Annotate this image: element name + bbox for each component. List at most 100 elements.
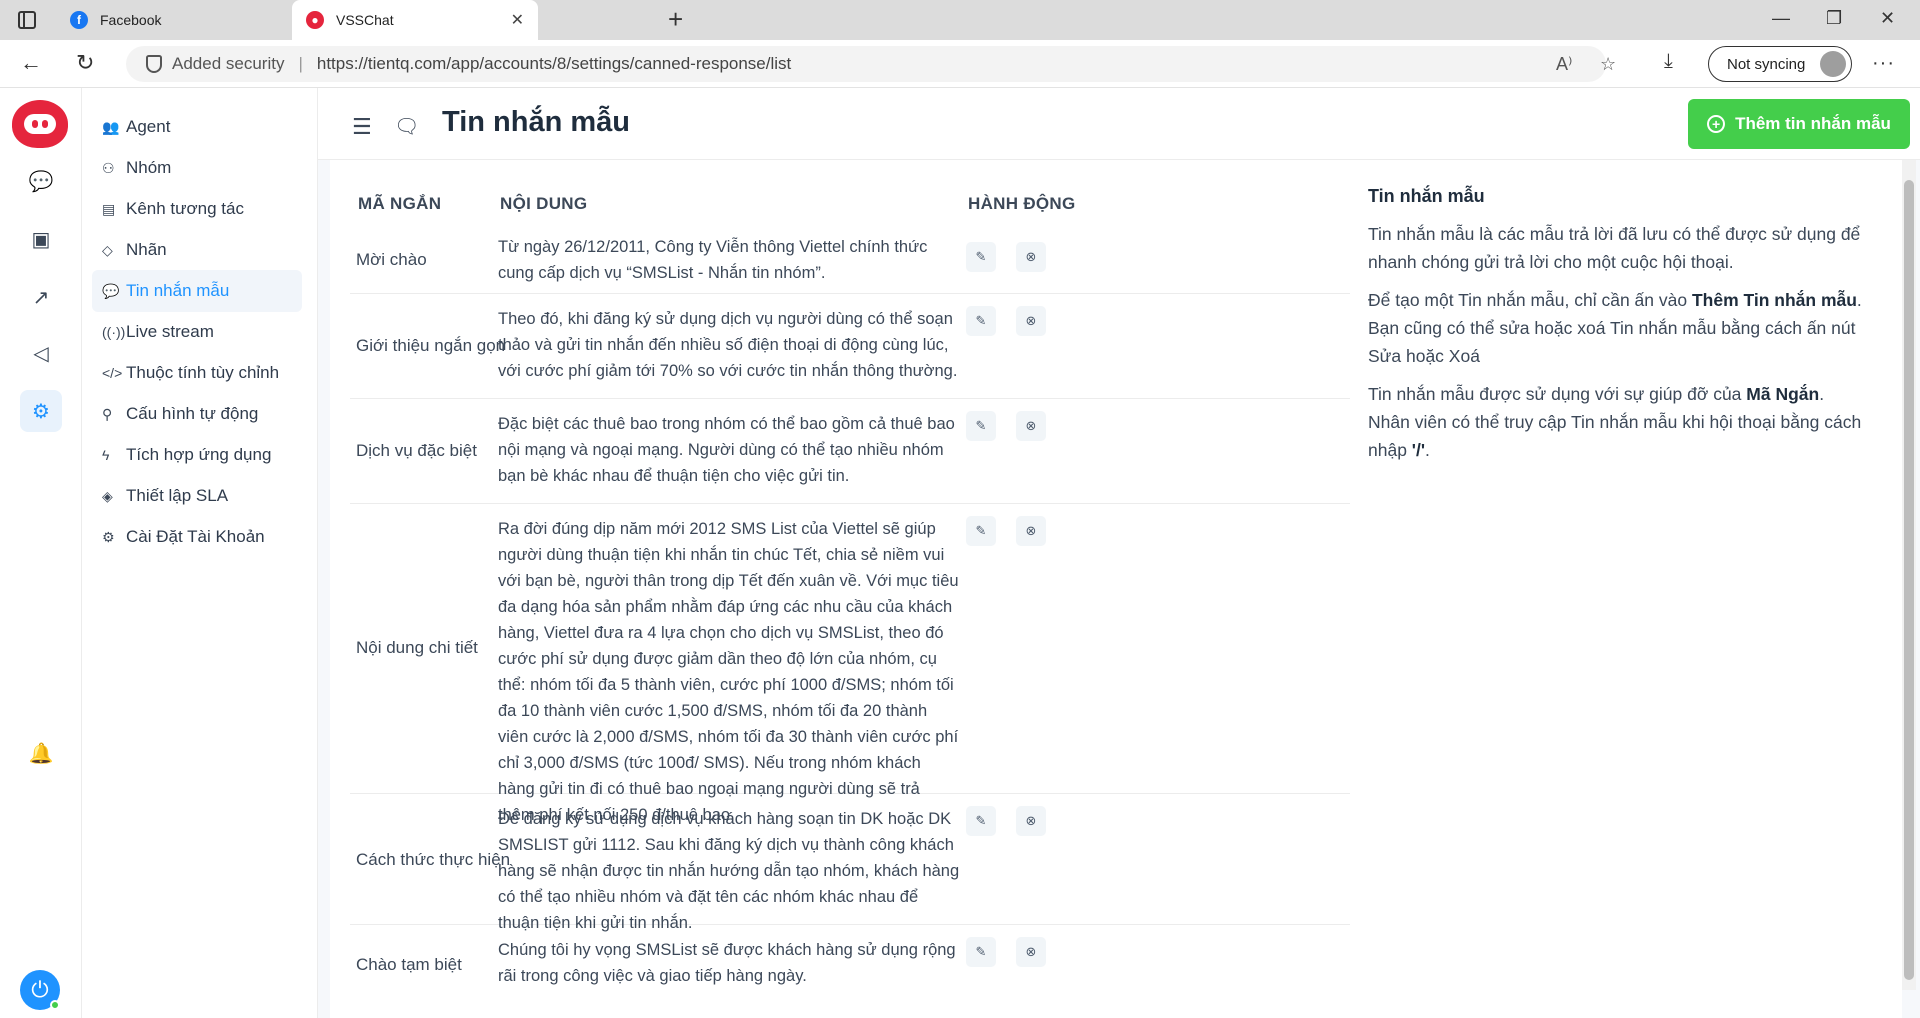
- browser-tab-bar: f Facebook ✕ ● VSSChat ✕ + — ❐ ✕: [0, 0, 1920, 40]
- inbox-icon: ▤: [102, 200, 116, 217]
- sidebar-item-label: Live stream: [126, 322, 214, 341]
- page-title: Tin nhắn mẫu: [442, 106, 630, 138]
- column-header-code: MÃ NGẮN: [358, 194, 442, 213]
- sidebar-item-live-stream[interactable]: ((·)) Live stream: [92, 311, 302, 353]
- row-content: Từ ngày 26/12/2011, Công ty Viễn thông V…: [498, 238, 928, 282]
- close-window-button[interactable]: ✕: [1880, 8, 1895, 29]
- sidebar-item-canned-responses[interactable]: 💬 Tin nhắn mẫu: [92, 270, 302, 312]
- close-circle-icon: ⊗: [1025, 313, 1037, 328]
- chat-bubbles-icon: 🗨: [394, 116, 420, 138]
- sidebar-item-agent[interactable]: 👥 Agent: [92, 106, 302, 148]
- tab-title: VSSChat: [336, 12, 394, 28]
- table-row: Dịch vụ đặc biệt Đặc biệt các thuê bao t…: [350, 399, 1350, 504]
- sidebar-item-label: Nhóm: [126, 158, 172, 177]
- pencil-icon: ✎: [975, 313, 987, 328]
- app-logo[interactable]: [12, 100, 68, 148]
- row-code: Giới thiệu ngắn gọn: [356, 336, 506, 355]
- agents-icon: 👥: [102, 118, 120, 135]
- profile-button[interactable]: Not syncing: [1708, 46, 1852, 82]
- sidebar-item-custom-attributes[interactable]: </> Thuộc tính tùy chỉnh: [92, 352, 302, 394]
- row-code: Mời chào: [356, 250, 427, 269]
- sidebar-item-sla[interactable]: ◈ Thiết lập SLA: [92, 475, 302, 517]
- favorites-icon[interactable]: ☆: [1600, 54, 1616, 75]
- close-circle-icon: ⊗: [1025, 944, 1037, 959]
- row-content: Đặc biệt các thuê bao trong nhóm có thể …: [498, 415, 955, 485]
- column-header-actions: HÀNH ĐỘNG: [968, 194, 1076, 213]
- back-button[interactable]: ←: [20, 50, 42, 76]
- sidebar-item-teams[interactable]: ⚇ Nhóm: [92, 147, 302, 189]
- refresh-button[interactable]: ↻: [76, 50, 94, 76]
- sidebar-item-automation[interactable]: ⚲ Cấu hình tự động: [92, 393, 302, 435]
- restore-button[interactable]: ❐: [1826, 8, 1842, 29]
- delete-button[interactable]: ⊗: [1016, 411, 1046, 441]
- url-text: https://tientq.com/app/accounts/8/settin…: [316, 54, 792, 73]
- avatar: [1820, 51, 1846, 77]
- tab-title: Facebook: [100, 12, 162, 28]
- help-paragraph: Tin nhắn mẫu được sử dụng với sự giúp đỡ…: [1368, 380, 1868, 464]
- pencil-icon: ✎: [975, 813, 987, 828]
- edit-button[interactable]: ✎: [966, 242, 996, 272]
- help-panel: Tin nhắn mẫu Tin nhắn mẫu là các mẫu trả…: [1368, 182, 1868, 474]
- online-status-dot: [50, 1000, 60, 1010]
- help-bold-text: '/': [1411, 440, 1425, 460]
- edit-button[interactable]: ✎: [966, 806, 996, 836]
- sidebar-item-account-settings[interactable]: ⚙ Cài Đặt Tài Khoản: [92, 516, 302, 558]
- tag-icon: ◇: [102, 241, 113, 258]
- sidebar-item-label: Cài Đặt Tài Khoản: [126, 527, 265, 546]
- sidebar-item-labels[interactable]: ◇ Nhãn: [92, 229, 302, 271]
- contacts-icon[interactable]: ▣: [20, 218, 62, 260]
- security-label: Added security: [172, 54, 285, 73]
- sync-label: Not syncing: [1727, 55, 1806, 73]
- tab-actions-icon[interactable]: [18, 11, 36, 29]
- scrollbar-thumb[interactable]: [1904, 180, 1914, 980]
- download-icon[interactable]: ⤓: [1664, 50, 1673, 73]
- sidebar-item-label: Thuộc tính tùy chỉnh: [126, 363, 280, 382]
- conversations-icon[interactable]: 💬: [20, 160, 62, 202]
- menu-icon[interactable]: ☰: [352, 114, 372, 140]
- edit-button[interactable]: ✎: [966, 411, 996, 441]
- sidebar-item-inboxes[interactable]: ▤ Kênh tương tác: [92, 188, 302, 230]
- automation-icon: ⚲: [102, 405, 113, 422]
- close-circle-icon: ⊗: [1025, 813, 1037, 828]
- edit-button[interactable]: ✎: [966, 937, 996, 967]
- table-row: Giới thiệu ngắn gọn Theo đó, khi đăng ký…: [350, 294, 1350, 399]
- row-code: Chào tạm biệt: [356, 955, 462, 974]
- sla-icon: ◈: [102, 487, 113, 504]
- add-canned-response-button[interactable]: + Thêm tin nhắn mẫu: [1688, 99, 1910, 149]
- more-menu-icon[interactable]: ···: [1872, 52, 1895, 75]
- delete-button[interactable]: ⊗: [1016, 242, 1046, 272]
- tab-vsschat[interactable]: ● VSSChat ✕: [292, 0, 538, 40]
- settings-icon[interactable]: ⚙: [20, 390, 62, 432]
- vsschat-icon: ●: [306, 11, 324, 29]
- teams-icon: ⚇: [102, 159, 115, 176]
- page-header: ☰ 🗨 Tin nhắn mẫu + Thêm tin nhắn mẫu: [318, 88, 1920, 160]
- add-button-label: Thêm tin nhắn mẫu: [1735, 114, 1891, 133]
- sidebar-item-label: Cấu hình tự động: [126, 404, 259, 423]
- reports-icon[interactable]: ↗: [20, 276, 62, 318]
- address-bar: ← ↻ Added security | https://tientq.com/…: [0, 40, 1920, 88]
- close-circle-icon: ⊗: [1025, 523, 1037, 538]
- help-text: Tin nhắn mẫu được sử dụng với sự giúp đỡ…: [1368, 384, 1747, 404]
- notifications-icon[interactable]: 🔔: [20, 732, 62, 774]
- broadcast-icon: ((·)): [102, 324, 126, 340]
- delete-button[interactable]: ⊗: [1016, 806, 1046, 836]
- delete-button[interactable]: ⊗: [1016, 306, 1046, 336]
- settings-sidebar: 👥 Agent ⚇ Nhóm ▤ Kênh tương tác ◇ Nhãn 💬 Tin …: [82, 88, 318, 1018]
- content-area: MÃ NGẮN NỘI DUNG HÀNH ĐỘNG Mời chào Từ n…: [330, 160, 1902, 1018]
- page-scrollbar[interactable]: [1902, 160, 1916, 990]
- help-title: Tin nhắn mẫu: [1368, 186, 1485, 206]
- close-tab-icon[interactable]: ✕: [511, 10, 524, 30]
- minimize-button[interactable]: —: [1772, 8, 1790, 29]
- campaigns-icon[interactable]: ◁: [20, 332, 62, 374]
- row-code: Nội dung chi tiết: [356, 638, 478, 657]
- read-aloud-icon[interactable]: A⁾: [1556, 54, 1572, 75]
- edit-button[interactable]: ✎: [966, 306, 996, 336]
- new-tab-button[interactable]: +: [668, 6, 683, 32]
- edit-button[interactable]: ✎: [966, 516, 996, 546]
- row-code: Cách thức thực hiện: [356, 850, 511, 869]
- url-field[interactable]: Added security | https://tientq.com/app/…: [126, 46, 1616, 82]
- shield-icon: [146, 55, 162, 73]
- delete-button[interactable]: ⊗: [1016, 937, 1046, 967]
- sidebar-item-integrations[interactable]: ϟ Tích hợp ứng dụng: [92, 434, 302, 476]
- delete-button[interactable]: ⊗: [1016, 516, 1046, 546]
